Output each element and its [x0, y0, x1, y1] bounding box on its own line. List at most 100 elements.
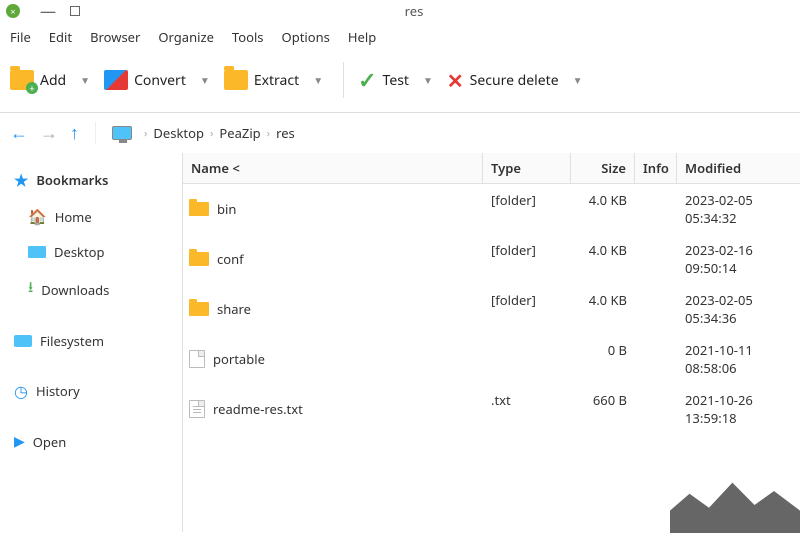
test-button[interactable]: ✓ Test: [358, 65, 409, 95]
file-list: Name < Type Size Info Modified bin [fold…: [182, 153, 800, 532]
cell-name: share: [217, 300, 251, 318]
extract-button[interactable]: Extract: [224, 70, 299, 90]
cell-modified: 2021-10-11 08:58:06: [677, 334, 800, 384]
col-type[interactable]: Type: [483, 153, 571, 183]
crumb-desktop[interactable]: Desktop: [153, 124, 204, 142]
sidebar-item-home[interactable]: 🏠 Home: [14, 199, 182, 235]
extract-dropdown[interactable]: ▼: [307, 73, 329, 87]
check-icon: ✓: [358, 65, 376, 95]
back-arrow-icon[interactable]: ←: [10, 121, 28, 145]
cell-type: [483, 334, 571, 384]
forward-arrow-icon[interactable]: →: [40, 121, 58, 145]
toolbar: Add ▼ Convert ▼ Extract ▼ ✓ Test ▼ ✕ Sec…: [0, 54, 800, 113]
cell-modified: 2023-02-05 05:34:36: [677, 284, 800, 334]
secure-delete-dropdown[interactable]: ▼: [567, 73, 589, 87]
extract-folder-icon: [224, 70, 248, 90]
convert-button[interactable]: Convert: [104, 70, 186, 90]
sidebar-item-filesystem[interactable]: Filesystem: [14, 324, 182, 358]
add-dropdown[interactable]: ▼: [74, 73, 96, 87]
folder-icon: [189, 202, 209, 216]
menu-tools[interactable]: Tools: [232, 28, 264, 46]
up-arrow-icon[interactable]: ↑: [70, 121, 79, 145]
sidebar: ★ Bookmarks 🏠 Home Desktop ⭳ Downloads F…: [0, 153, 182, 532]
secure-delete-label: Secure delete: [470, 71, 559, 90]
col-modified[interactable]: Modified: [677, 153, 800, 183]
navbar: ← → ↑ › Desktop › PeaZip › res: [0, 113, 800, 153]
filesystem-label: Filesystem: [40, 332, 104, 350]
sidebar-item-desktop[interactable]: Desktop: [14, 235, 182, 269]
cell-info: [635, 284, 677, 334]
computer-icon[interactable]: [112, 126, 132, 140]
test-label: Test: [383, 71, 409, 90]
table-row[interactable]: portable 0 B 2021-10-11 08:58:06: [183, 334, 800, 384]
cell-size: 4.0 KB: [571, 184, 635, 234]
cell-name: conf: [217, 250, 244, 268]
folder-icon: [189, 252, 209, 266]
x-icon: ✕: [447, 67, 464, 94]
nav-separator: [95, 122, 96, 144]
cell-size: 4.0 KB: [571, 284, 635, 334]
col-size[interactable]: Size: [571, 153, 635, 183]
play-icon: ▶: [14, 432, 25, 451]
add-folder-icon: [10, 70, 34, 90]
sidebar-item-open[interactable]: ▶ Open: [14, 424, 182, 459]
crumb-res[interactable]: res: [276, 124, 295, 142]
column-headers: Name < Type Size Info Modified: [183, 153, 800, 184]
chevron-right-icon: ›: [267, 126, 270, 141]
cell-name: portable: [213, 350, 265, 368]
col-name[interactable]: Name <: [183, 153, 483, 183]
menu-browser[interactable]: Browser: [90, 28, 140, 46]
history-label: History: [36, 382, 80, 400]
add-button[interactable]: Add: [10, 70, 66, 90]
menu-help[interactable]: Help: [348, 28, 376, 46]
home-icon: 🏠: [28, 207, 47, 227]
secure-delete-button[interactable]: ✕ Secure delete: [447, 67, 559, 94]
sidebar-item-downloads[interactable]: ⭳ Downloads: [14, 269, 182, 310]
cell-info: [635, 184, 677, 234]
cell-size: 0 B: [571, 334, 635, 384]
cell-type: [folder]: [483, 234, 571, 284]
cell-type: [folder]: [483, 284, 571, 334]
close-icon[interactable]: ×: [6, 4, 20, 18]
file-icon: [189, 350, 205, 368]
folder-icon: [189, 302, 209, 316]
clock-icon: ◷: [14, 380, 28, 402]
table-row[interactable]: conf [folder] 4.0 KB 2023-02-16 09:50:14: [183, 234, 800, 284]
window-title: res: [34, 2, 794, 20]
sidebar-item-history[interactable]: ◷ History: [14, 372, 182, 410]
menu-edit[interactable]: Edit: [49, 28, 72, 46]
table-row[interactable]: share [folder] 4.0 KB 2023-02-05 05:34:3…: [183, 284, 800, 334]
add-label: Add: [40, 71, 66, 90]
bookmarks-label: Bookmarks: [36, 171, 108, 189]
breadcrumb: › Desktop › PeaZip › res: [144, 124, 295, 142]
toolbar-separator: [343, 62, 344, 98]
extract-label: Extract: [254, 71, 299, 90]
table-row[interactable]: bin [folder] 4.0 KB 2023-02-05 05:34:32: [183, 184, 800, 234]
star-icon: ★: [14, 169, 28, 191]
downloads-label: Downloads: [41, 281, 109, 299]
convert-dropdown[interactable]: ▼: [194, 73, 216, 87]
home-label: Home: [55, 208, 92, 226]
text-file-icon: [189, 400, 205, 418]
menu-options[interactable]: Options: [282, 28, 330, 46]
chevron-right-icon: ›: [144, 126, 147, 141]
cell-type: .txt: [483, 384, 571, 434]
cell-name: readme-res.txt: [213, 400, 303, 418]
col-info[interactable]: Info: [635, 153, 677, 183]
test-dropdown[interactable]: ▼: [417, 73, 439, 87]
table-row[interactable]: readme-res.txt .txt 660 B 2021-10-26 13:…: [183, 384, 800, 434]
menu-file[interactable]: File: [10, 28, 31, 46]
sidebar-item-bookmarks[interactable]: ★ Bookmarks: [14, 161, 182, 199]
titlebar: × — res: [0, 0, 800, 22]
cell-info: [635, 234, 677, 284]
cell-size: 660 B: [571, 384, 635, 434]
crumb-peazip[interactable]: PeaZip: [219, 124, 260, 142]
cell-info: [635, 384, 677, 434]
desktop-label: Desktop: [54, 243, 105, 261]
cell-modified: 2023-02-05 05:34:32: [677, 184, 800, 234]
chevron-right-icon: ›: [210, 126, 213, 141]
desktop-icon: [28, 246, 46, 258]
menu-organize[interactable]: Organize: [158, 28, 214, 46]
download-icon: ⭳: [28, 277, 33, 302]
convert-label: Convert: [134, 71, 186, 90]
